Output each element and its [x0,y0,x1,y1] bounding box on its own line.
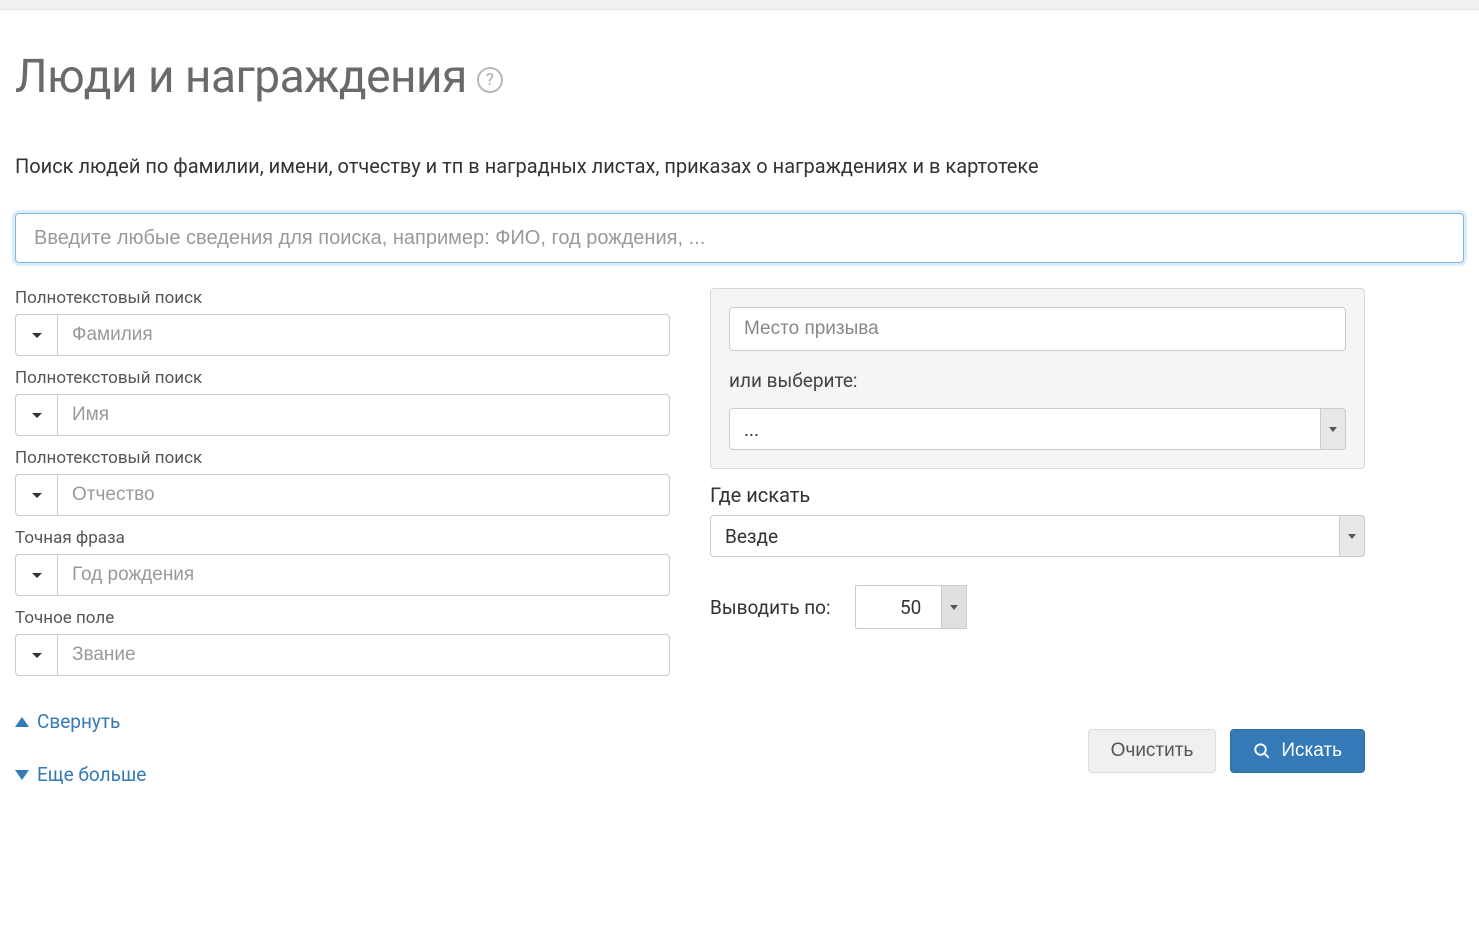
page-title: Люди и награждения [15,50,467,104]
field-label: Полнотекстовый поиск [15,368,670,388]
left-column: Полнотекстовый поиск Полнотекстовый поис… [15,288,670,816]
toggle-links: Свернуть Еще больше [15,710,670,786]
page-description: Поиск людей по фамилии, имени, отчеству … [15,154,1464,178]
input-row [15,554,670,596]
search-icon [1253,742,1271,760]
per-page-select-wrapper: 50 [855,585,967,629]
input-row [15,474,670,516]
place-input[interactable] [729,307,1346,351]
more-link[interactable]: Еще больше [15,763,670,786]
input-row [15,634,670,676]
action-buttons: Очистить Искать [710,729,1365,773]
caret-down-icon [32,493,42,498]
firstname-input[interactable] [57,394,670,436]
field-label: Точная фраза [15,528,670,548]
field-lastname-group: Полнотекстовый поиск [15,288,670,356]
field-label: Точное поле [15,608,670,628]
right-column: или выберите: ... Где искать Везде [710,288,1365,816]
page-container: Люди и награждения ? Поиск людей по фами… [0,10,1479,846]
input-row [15,314,670,356]
place-select-wrapper: ... [729,408,1346,450]
per-page-label: Выводить по: [710,596,831,619]
search-button-label: Искать [1281,740,1342,762]
form-columns: Полнотекстовый поиск Полнотекстовый поис… [15,288,1464,816]
search-mode-dropdown[interactable] [15,474,57,516]
search-mode-dropdown[interactable] [15,314,57,356]
where-select-value: Везде [725,525,778,548]
help-icon[interactable]: ? [477,67,503,93]
search-mode-dropdown[interactable] [15,554,57,596]
triangle-down-icon [15,770,29,780]
field-label: Полнотекстовый поиск [15,288,670,308]
place-select-value: ... [744,418,759,441]
place-select[interactable]: ... [729,408,1346,450]
birthyear-input[interactable] [57,554,670,596]
field-label: Полнотекстовый поиск [15,448,670,468]
place-panel: или выберите: ... [710,288,1365,469]
per-page-value: 50 [900,596,921,619]
input-row [15,394,670,436]
collapse-label: Свернуть [37,710,120,733]
caret-down-icon [32,413,42,418]
field-firstname-group: Полнотекстовый поиск [15,368,670,436]
per-page-select[interactable]: 50 [855,585,967,629]
collapse-link[interactable]: Свернуть [15,710,670,733]
top-bar [0,0,1479,10]
field-patronymic-group: Полнотекстовый поиск [15,448,670,516]
search-button[interactable]: Искать [1230,729,1365,773]
clear-button-label: Очистить [1111,740,1194,762]
field-rank-group: Точное поле [15,608,670,676]
rank-input[interactable] [57,634,670,676]
main-search-input[interactable] [15,213,1464,263]
or-select-label: или выберите: [729,369,1346,392]
caret-down-icon [32,573,42,578]
more-label: Еще больше [37,763,146,786]
page-title-row: Люди и награждения ? [15,50,1464,104]
where-select[interactable]: Везде [710,515,1365,557]
search-mode-dropdown[interactable] [15,394,57,436]
patronymic-input[interactable] [57,474,670,516]
caret-down-icon [32,653,42,658]
where-search-label: Где искать [710,483,1365,507]
triangle-up-icon [15,717,29,727]
clear-button[interactable]: Очистить [1088,729,1217,773]
lastname-input[interactable] [57,314,670,356]
where-select-wrapper: Везде [710,515,1365,557]
field-birthyear-group: Точная фраза [15,528,670,596]
search-mode-dropdown[interactable] [15,634,57,676]
caret-down-icon [32,333,42,338]
per-page-row: Выводить по: 50 [710,585,1365,629]
